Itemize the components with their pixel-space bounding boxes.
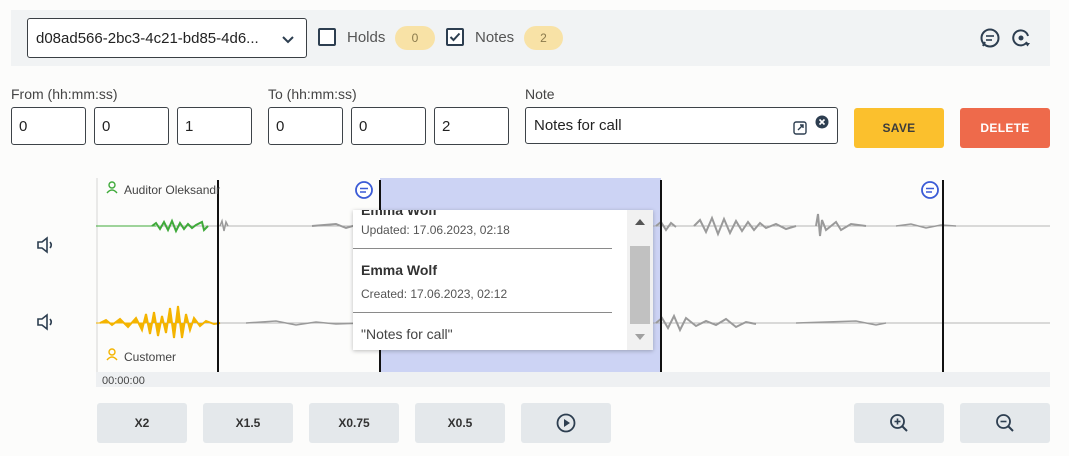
prev-note-author: Emma Wolf [361,210,437,218]
speed-x0-75-button[interactable]: X0.75 [309,403,399,443]
divider [353,312,612,313]
from-label: From (hh:mm:ss) [11,86,118,102]
speed-x1-5-button[interactable]: X1.5 [203,403,293,443]
timeline[interactable] [96,372,1050,387]
customer-speech-segment [99,305,221,339]
to-seconds-input[interactable]: 2 [434,107,509,145]
delete-button[interactable]: DELETE [960,108,1050,148]
zoom-in-icon [890,414,908,432]
holds-count-badge: 0 [395,26,435,50]
expand-icon[interactable] [793,121,807,135]
zoom-in-button[interactable] [854,403,944,443]
to-hours-input[interactable]: 0 [268,107,343,145]
customer-speaker-icon[interactable] [36,312,56,332]
check-icon [449,32,461,42]
zoom-out-icon [996,414,1014,432]
note-input-value: Notes for call [534,117,622,134]
clear-icon[interactable] [815,115,829,129]
popup-scrollbar[interactable] [627,210,653,350]
save-button[interactable]: SAVE [854,108,944,148]
agent-speaker-icon[interactable] [36,235,56,255]
timeline-start-label: 00:00:00 [102,375,145,387]
play-button[interactable] [521,403,611,443]
speed-x2-button[interactable]: X2 [97,403,187,443]
from-minutes-input[interactable]: 0 [94,107,169,145]
note-label: Note [525,86,555,102]
to-minutes-input[interactable]: 0 [351,107,426,145]
top-toolbar: d08ad566-2bc3-4c21-bd85-4d6... Holds 0 N… [11,10,1050,66]
chevron-down-icon [282,36,294,44]
speed-x0-5-button[interactable]: X0.5 [415,403,505,443]
note-text: "Notes for call" [361,326,453,342]
note-updated: Updated: 17.06.2023, 02:18 [361,223,510,237]
scrollbar-thumb[interactable] [630,246,650,324]
call-select-value: d08ad566-2bc3-4c21-bd85-4d6... [36,29,259,47]
scroll-up-icon[interactable] [635,219,645,225]
scroll-down-icon[interactable] [635,334,645,340]
note-input[interactable]: Notes for call [525,107,838,144]
notes-checkbox[interactable] [446,28,464,46]
customer-user-icon [106,348,118,361]
customer-channel-label: Customer [124,350,176,364]
comment-icon[interactable] [979,27,1001,49]
notes-label: Notes [475,29,515,46]
agent-channel-label: Auditor Oleksandr [124,183,220,197]
note-marker-comment-icon[interactable] [355,181,373,199]
divider [353,248,612,249]
from-seconds-input[interactable]: 1 [177,107,252,145]
note-created: Created: 17.06.2023, 02:12 [361,287,508,301]
note-popup: Emma Wolf Updated: 17.06.2023, 02:18 Emm… [353,210,653,350]
zoom-out-button[interactable] [960,403,1050,443]
holds-checkbox[interactable] [318,28,336,46]
call-select[interactable]: d08ad566-2bc3-4c21-bd85-4d6... [27,18,307,58]
holds-label: Holds [347,29,386,46]
play-icon [556,413,576,433]
agent-user-icon [106,181,118,194]
from-hours-input[interactable]: 0 [11,107,86,145]
note-marker-comment-icon[interactable] [921,181,939,199]
notes-count-badge: 2 [524,26,563,50]
note-author: Emma Wolf [361,262,437,278]
sync-icon[interactable] [1010,27,1032,49]
to-label: To (hh:mm:ss) [268,86,357,102]
